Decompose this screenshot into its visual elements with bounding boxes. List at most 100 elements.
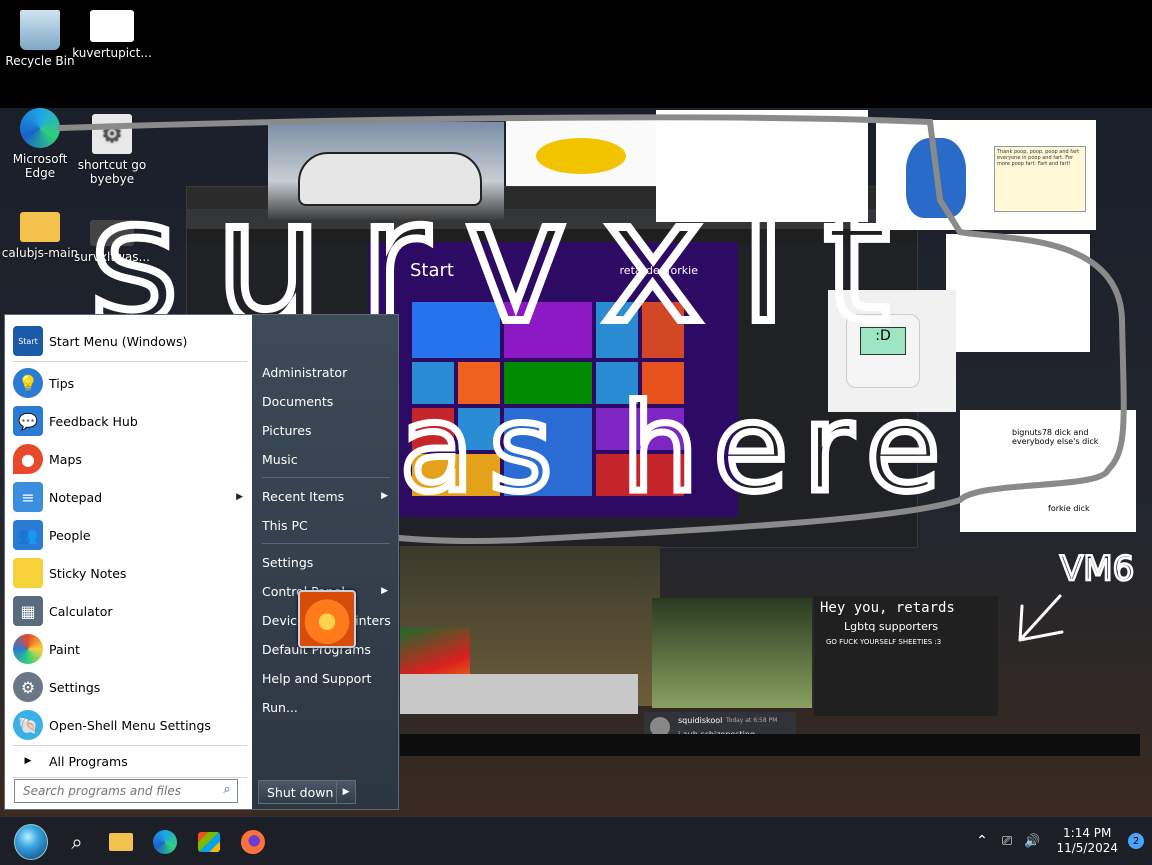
taskbar-edge[interactable] [148, 825, 182, 859]
places-item-run[interactable]: Run... [262, 694, 392, 720]
edge-icon [153, 830, 177, 854]
note-text: Thank poop, poop, poop and fart everyone… [994, 146, 1086, 212]
taskbar-clock[interactable]: 1:14 PM 11/5/2024 [1056, 826, 1118, 856]
yellow-blob-image [506, 120, 656, 186]
all-programs-label: All Programs [49, 753, 128, 769]
start-menu-header-label: Start Menu (Windows) [49, 333, 188, 349]
program-item-calculator[interactable]: ▦ Calculator [13, 593, 247, 629]
submenu-arrow-icon: ▶ [381, 586, 388, 596]
open-shell-icon: 🐚 [13, 710, 43, 740]
blue-cat-note-image: Thank poop, poop, poop and fart everyone… [876, 120, 1096, 230]
edge-icon [20, 108, 60, 148]
places-label: Recent Items [262, 488, 345, 504]
sign-line: GO FUCK YOURSELF SHEETIES :3 [826, 638, 942, 646]
folder-icon [109, 833, 133, 851]
places-item-settings[interactable]: Settings [262, 549, 392, 575]
taskbar-file-explorer[interactable] [104, 825, 138, 859]
program-label: Paint [49, 641, 80, 657]
firefox-icon [241, 830, 265, 854]
search-icon[interactable]: ⌕ [218, 782, 236, 800]
places-item-documents[interactable]: Documents [262, 388, 392, 414]
program-label: Calculator [49, 603, 113, 619]
tips-icon: 💡 [13, 368, 43, 398]
red-car-image [400, 674, 638, 714]
triangle-right-icon: ▶ [24, 756, 32, 766]
start-menu-search-input[interactable] [14, 779, 238, 803]
user-avatar[interactable] [298, 590, 356, 648]
places-item-pictures[interactable]: Pictures [262, 417, 392, 443]
program-item-tips[interactable]: 💡 Tips [13, 365, 247, 401]
taskbar: ⌕ ⌃ ⎚ 🔊 1:14 PM 11/5/2024 2 [0, 816, 1152, 865]
program-item-paint[interactable]: Paint [13, 631, 247, 667]
taskbar-store[interactable] [192, 825, 226, 859]
user-account-link[interactable]: Administrator [262, 359, 392, 385]
sticky-notes-icon [13, 558, 43, 588]
sketch-image [946, 234, 1090, 352]
program-item-sticky-notes[interactable]: Sticky Notes [13, 555, 247, 591]
desktop-icon-label: kuvertupict... [72, 46, 152, 60]
desktop-icon-survxltwas[interactable]: survxltwas... [72, 220, 152, 264]
submenu-arrow-icon: ▶ [381, 491, 388, 501]
desktop-icon-shortcut[interactable]: ⚙ shortcut go byebye [72, 114, 152, 186]
sign-heading: Hey you, retards [820, 600, 955, 616]
start-menu-header[interactable]: Start Start Menu (Windows) [13, 323, 247, 359]
all-programs-button[interactable]: ▶ All Programs [13, 743, 247, 779]
network-icon[interactable]: ⎚ [1002, 834, 1012, 849]
volume-icon[interactable]: 🔊 [1024, 834, 1040, 849]
start-menu: Start Start Menu (Windows) 💡 Tips 💬 Feed… [0, 306, 400, 816]
search-icon: ⌕ [71, 830, 83, 854]
sign-sub: Lgbtq supporters [844, 620, 939, 633]
image-file-icon [90, 10, 134, 42]
cartoon-family-image [656, 110, 868, 222]
desktop-icon-kuvertupict[interactable]: kuvertupict... [72, 10, 152, 60]
desktop-icon-label: shortcut go byebye [77, 158, 147, 186]
sign-image: Hey you, retards Lgbtq supporters GO FUC… [814, 596, 998, 716]
program-label: Notepad [49, 489, 103, 505]
windows-orb-icon [14, 824, 48, 860]
places-item-this-pc[interactable]: This PC [262, 512, 392, 538]
monitor-plush-image: :D [828, 290, 956, 412]
win8-start-screen: Start retardedforkie [368, 242, 738, 517]
image-file-icon [90, 220, 134, 246]
forkie-caption: bignuts78 dick and everybody else's dick [1012, 428, 1099, 446]
program-label: Open-Shell Menu Settings [49, 717, 211, 733]
shutdown-options-arrow-icon[interactable]: ▶ [336, 781, 355, 803]
dirt-game-image [652, 598, 812, 708]
start-button[interactable] [14, 824, 48, 860]
program-item-notepad[interactable]: ≡ Notepad ▶ [13, 479, 247, 515]
start-menu-programs-panel: Start Start Menu (Windows) 💡 Tips 💬 Feed… [4, 314, 254, 810]
chevron-up-icon[interactable]: ⌃ [976, 833, 988, 849]
forkie-sketch-image: bignuts78 dick and everybody else's dick… [960, 410, 1136, 532]
places-item-help-support[interactable]: Help and Support [262, 665, 392, 691]
desktop-icon-recycle-bin[interactable]: Recycle Bin [0, 10, 80, 68]
taskbar-firefox[interactable] [236, 825, 270, 859]
shutdown-button[interactable]: Shut down ▶ [258, 780, 356, 804]
places-item-recent-items[interactable]: Recent Items ▶ [262, 483, 392, 509]
notepad-icon: ≡ [13, 482, 43, 512]
notification-badge[interactable]: 2 [1128, 833, 1144, 849]
car-photo [268, 122, 504, 220]
program-item-people[interactable]: 👥 People [13, 517, 247, 553]
program-item-settings[interactable]: ⚙ Settings [13, 669, 247, 705]
desktop-icon-calubjs[interactable]: calubjs-main [0, 212, 80, 260]
desktop-icon-edge[interactable]: Microsoft Edge [0, 108, 80, 180]
store-icon [198, 832, 220, 852]
submenu-arrow-icon: ▶ [236, 492, 243, 502]
program-label: Sticky Notes [49, 565, 127, 581]
settings-icon: ⚙ [13, 672, 43, 702]
desktop-icon-label: Microsoft Edge [12, 152, 68, 180]
taskbar-search-button[interactable]: ⌕ [60, 825, 94, 859]
people-icon: 👥 [13, 520, 43, 550]
program-label: Feedback Hub [49, 413, 138, 429]
shutdown-label: Shut down [267, 784, 334, 800]
clock-date: 11/5/2024 [1056, 841, 1118, 855]
program-item-open-shell[interactable]: 🐚 Open-Shell Menu Settings [13, 707, 247, 743]
program-label: Maps [49, 451, 82, 467]
program-item-maps[interactable]: ● Maps [13, 441, 247, 477]
paint-icon [13, 634, 43, 664]
places-item-music[interactable]: Music [262, 446, 392, 472]
program-label: Settings [49, 679, 101, 695]
program-label: Tips [49, 375, 75, 391]
system-tray: ⌃ ⎚ 🔊 1:14 PM 11/5/2024 2 [968, 817, 1144, 865]
program-item-feedback-hub[interactable]: 💬 Feedback Hub [13, 403, 247, 439]
